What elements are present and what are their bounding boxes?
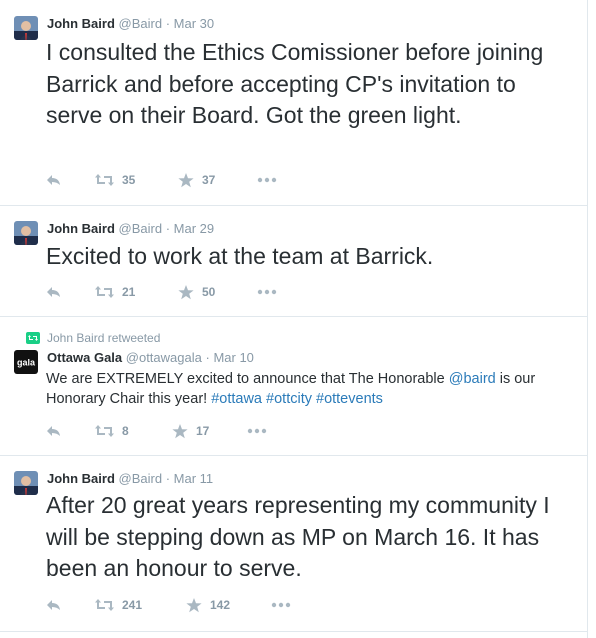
retweet-button[interactable]: 241 xyxy=(95,597,142,613)
separator: · xyxy=(205,350,210,365)
retweet-button[interactable]: 35 xyxy=(95,172,135,188)
avatar[interactable] xyxy=(14,16,38,40)
tweet-text: After 20 great years representing my com… xyxy=(46,492,550,581)
person-avatar-icon xyxy=(14,221,38,245)
author-handle[interactable]: @Baird xyxy=(119,471,163,486)
tweet[interactable]: John Baird @Baird · Mar 11 After 20 grea… xyxy=(0,456,587,632)
reply-icon xyxy=(47,600,60,610)
hashtag-link[interactable]: #ottawa xyxy=(211,391,262,407)
retweet-icon xyxy=(95,599,114,611)
author-handle[interactable]: @ottawagala xyxy=(126,350,202,365)
retweet-count: 35 xyxy=(122,173,136,187)
avatar[interactable] xyxy=(14,471,38,495)
favorite-button[interactable]: 37 xyxy=(178,172,215,188)
author-name[interactable]: John Baird xyxy=(47,471,115,486)
star-icon xyxy=(172,423,188,438)
gala-logo-text: gala xyxy=(17,358,36,368)
reply-icon xyxy=(47,175,60,185)
tweet-header: John Baird @Baird · Mar 30 xyxy=(47,16,214,32)
gala-logo-icon: gala xyxy=(14,350,38,374)
retweet-icon xyxy=(95,286,114,298)
retweet-context-icon xyxy=(26,332,40,344)
retweet-icon xyxy=(95,174,114,186)
hashtag-link[interactable]: #ottevents xyxy=(316,391,383,407)
favorite-button[interactable]: 142 xyxy=(186,597,230,613)
more-icon xyxy=(257,289,277,295)
tweet-text: I consulted the Ethics Comissioner befor… xyxy=(46,39,544,128)
more-button[interactable] xyxy=(257,284,277,300)
tweet-text: Excited to work at the team at Barrick. xyxy=(46,243,434,269)
tweet-header: John Baird @Baird · Mar 11 xyxy=(47,471,213,487)
retweet-count: 241 xyxy=(122,598,143,612)
tweet-header: John Baird @Baird · Mar 29 xyxy=(47,221,214,237)
author-name[interactable]: Ottawa Gala xyxy=(47,350,122,365)
tweet-retweeted[interactable]: John Baird retweeted gala Ottawa Gala @o… xyxy=(0,317,587,456)
mention-link[interactable]: @baird xyxy=(449,371,496,387)
author-handle[interactable]: @Baird xyxy=(119,221,163,236)
person-avatar-icon xyxy=(14,16,38,40)
tweet-text: We are EXTREMELY excited to announce tha… xyxy=(46,369,547,409)
tweet-timestamp[interactable]: Mar 30 xyxy=(174,16,214,31)
favorite-count: 50 xyxy=(202,285,216,299)
retweet-icon xyxy=(95,425,114,437)
author-name[interactable]: John Baird xyxy=(47,221,115,236)
tweet-timestamp[interactable]: Mar 29 xyxy=(174,221,214,236)
retweet-count: 21 xyxy=(122,285,136,299)
retweet-context: John Baird retweeted xyxy=(26,331,160,345)
tweet-timestamp[interactable]: Mar 10 xyxy=(213,350,253,365)
more-icon xyxy=(247,428,267,434)
tweet-timestamp[interactable]: Mar 11 xyxy=(174,471,214,486)
avatar[interactable]: gala xyxy=(14,350,38,374)
reply-button[interactable] xyxy=(46,597,62,613)
reply-icon xyxy=(47,426,60,436)
reply-button[interactable] xyxy=(46,423,62,439)
tweet-text-start: We are EXTREMELY excited to announce tha… xyxy=(46,371,449,387)
favorite-count: 142 xyxy=(210,598,231,612)
author-name[interactable]: John Baird xyxy=(47,16,115,31)
hashtag-link[interactable]: #ottcity xyxy=(266,391,312,407)
favorite-button[interactable]: 17 xyxy=(172,423,209,439)
reply-button[interactable] xyxy=(46,284,62,300)
more-button[interactable] xyxy=(247,423,267,439)
retweet-count: 8 xyxy=(122,424,129,438)
more-button[interactable] xyxy=(271,597,291,613)
retweet-button[interactable]: 8 xyxy=(95,423,129,439)
tweet[interactable]: John Baird @Baird · Mar 29 Excited to wo… xyxy=(0,206,587,317)
favorite-count: 17 xyxy=(196,424,210,438)
separator: · xyxy=(165,221,171,236)
favorite-count: 37 xyxy=(202,173,216,187)
author-handle[interactable]: @Baird xyxy=(119,16,163,31)
reply-button[interactable] xyxy=(46,172,62,188)
more-icon xyxy=(257,177,277,183)
avatar[interactable] xyxy=(14,221,38,245)
more-icon xyxy=(271,602,291,608)
retweet-context-text[interactable]: John Baird retweeted xyxy=(47,331,160,345)
retweet-button[interactable]: 21 xyxy=(95,284,135,300)
person-avatar-icon xyxy=(14,471,38,495)
more-button[interactable] xyxy=(257,172,277,188)
star-icon xyxy=(178,284,194,299)
star-icon xyxy=(178,172,194,187)
separator: · xyxy=(165,471,171,486)
star-icon xyxy=(186,597,202,612)
favorite-button[interactable]: 50 xyxy=(178,284,215,300)
tweet-timeline: John Baird @Baird · Mar 30 I consulted t… xyxy=(0,0,588,638)
reply-icon xyxy=(47,287,60,297)
tweet[interactable]: John Baird @Baird · Mar 30 I consulted t… xyxy=(0,0,587,206)
separator: · xyxy=(165,16,171,31)
tweet-header: Ottawa Gala @ottawagala · Mar 10 xyxy=(47,350,254,366)
